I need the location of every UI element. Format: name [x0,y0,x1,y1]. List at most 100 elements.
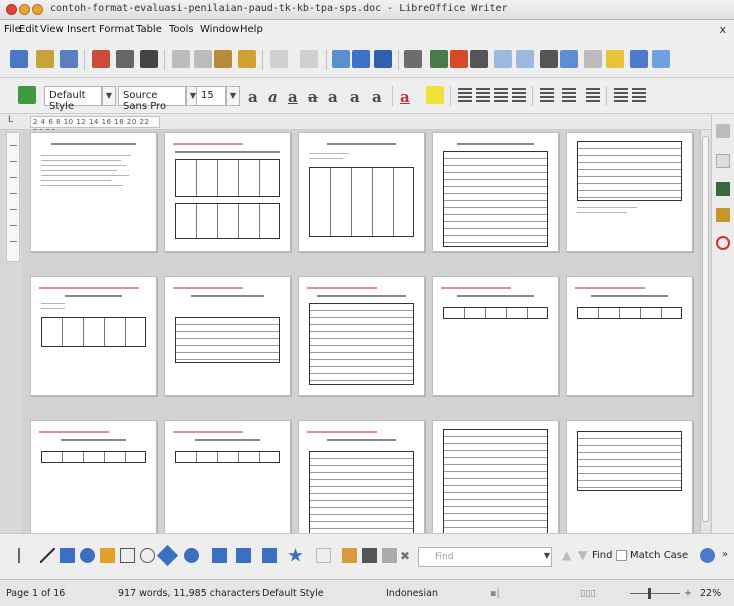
cut-icon[interactable] [172,50,190,68]
page-thumbnail[interactable] [432,132,559,252]
menu-tools[interactable]: Tools [169,24,194,35]
insert-page-break-icon[interactable] [494,50,512,68]
align-left-icon[interactable] [458,88,472,102]
unordered-list-icon[interactable] [540,88,554,102]
insert-mode-icon[interactable]: ▪| [490,588,500,599]
strikethrough-icon[interactable]: a [308,88,318,106]
close-find-bar-icon[interactable]: ✖ [400,549,410,563]
increase-indent-icon[interactable] [614,88,628,102]
insert-chart-icon[interactable] [450,50,468,68]
save-icon[interactable] [60,50,78,68]
copy-icon[interactable] [194,50,212,68]
italic-icon[interactable]: a [268,88,278,106]
window-close-button[interactable] [6,4,17,15]
zoom-in-icon[interactable]: + [684,588,692,599]
block-arrows-icon[interactable] [212,548,227,563]
page-thumbnail[interactable] [432,276,559,396]
bold-icon[interactable]: a [248,88,258,106]
comment-icon[interactable] [606,50,624,68]
properties-icon[interactable] [716,154,730,168]
page-thumbnail[interactable] [30,276,157,396]
page-style-status[interactable]: Default Style [262,588,324,599]
find-input[interactable]: Find [418,547,552,567]
scrollbar-thumb[interactable] [702,136,709,522]
text-box-icon[interactable] [120,548,135,563]
flowchart-icon[interactable] [236,548,251,563]
window-minimize-button[interactable] [19,4,30,15]
new-document-icon[interactable] [10,50,28,68]
highlighting-icon[interactable] [426,86,444,104]
superscript-icon[interactable]: a [328,88,338,106]
callout-icon[interactable] [140,548,155,563]
symbol-shapes-icon[interactable] [184,548,199,563]
page-thumbnail[interactable] [566,420,693,533]
page-thumbnail[interactable] [432,420,559,533]
match-case-checkbox[interactable] [616,550,627,561]
ordered-list-icon[interactable] [562,88,576,102]
print-icon[interactable] [116,50,134,68]
navigator-icon[interactable] [716,236,730,250]
menu-insert[interactable]: Insert [67,24,96,35]
find-next-icon[interactable]: ▼ [578,548,587,562]
export-pdf-icon[interactable] [92,50,110,68]
menu-edit[interactable]: Edit [19,24,38,35]
menu-table[interactable]: Table [136,24,162,35]
extrusion-icon[interactable] [382,548,397,563]
menu-view[interactable]: View [40,24,64,35]
view-layout-icon[interactable]: ▯▯▯ [580,588,596,599]
page-thumbnail[interactable] [298,420,425,533]
shadow-icon[interactable]: a [372,88,382,106]
align-center-icon[interactable] [476,88,490,102]
font-size-dropdown-icon[interactable]: ▼ [226,86,240,106]
page-thumbnail[interactable] [164,132,291,252]
find-replace-icon[interactable] [352,50,370,68]
zoom-slider[interactable] [630,593,680,594]
window-maximize-button[interactable] [32,4,43,15]
page-number-status[interactable]: Page 1 of 16 [6,588,65,599]
page-thumbnail[interactable] [164,276,291,396]
underline-icon[interactable]: a [288,88,298,106]
toolbar-overflow-icon[interactable]: » [722,549,728,560]
menu-format[interactable]: Format [99,24,134,35]
line-icon[interactable] [40,548,55,563]
rectangle-icon[interactable] [60,548,75,563]
menu-window[interactable]: Window [200,24,239,35]
insert-field-icon[interactable] [516,50,534,68]
formatting-marks-icon[interactable] [374,50,392,68]
hyperlink-icon[interactable] [560,50,578,68]
page-thumbnail[interactable] [566,132,693,252]
page-thumbnail[interactable] [298,132,425,252]
find-history-dropdown-icon[interactable]: ▼ [540,547,554,567]
sidebar-menu-icon[interactable] [716,124,730,138]
decrease-indent-icon[interactable] [632,88,646,102]
vertical-ruler[interactable] [6,132,20,262]
tab-stop-selector[interactable]: L [8,115,13,125]
styles-icon[interactable] [18,86,36,104]
paragraph-style-combo[interactable]: Default Style [44,86,102,112]
find-previous-icon[interactable]: ▲ [562,548,571,562]
fontwork-icon[interactable] [342,548,357,563]
redo-icon[interactable] [300,50,318,68]
callouts-icon[interactable] [262,548,277,563]
special-character-icon[interactable] [540,50,558,68]
menu-help[interactable]: Help [240,24,263,35]
font-name-combo[interactable]: Source Sans Pro [118,86,186,112]
font-size-combo[interactable]: 15 [196,86,226,106]
freeform-line-icon[interactable] [100,548,115,563]
page-thumbnail[interactable] [30,420,157,533]
spelling-icon[interactable] [332,50,350,68]
gallery-icon[interactable] [716,208,730,222]
print-preview-icon[interactable] [140,50,158,68]
zoom-slider-handle[interactable] [648,588,651,599]
outline-format-icon[interactable] [586,88,600,102]
paragraph-style-dropdown-icon[interactable]: ▼ [102,86,116,106]
document-close-button[interactable]: x [719,23,726,36]
insert-text-box-icon[interactable] [470,50,488,68]
insert-image-icon[interactable] [430,50,448,68]
ellipse-icon[interactable] [80,548,95,563]
language-status[interactable]: Indonesian [386,588,438,599]
zoom-level[interactable]: 22% [700,588,721,599]
page-thumbnail[interactable] [298,276,425,396]
page-thumbnail[interactable] [566,276,693,396]
styles-sidebar-icon[interactable] [716,182,730,196]
